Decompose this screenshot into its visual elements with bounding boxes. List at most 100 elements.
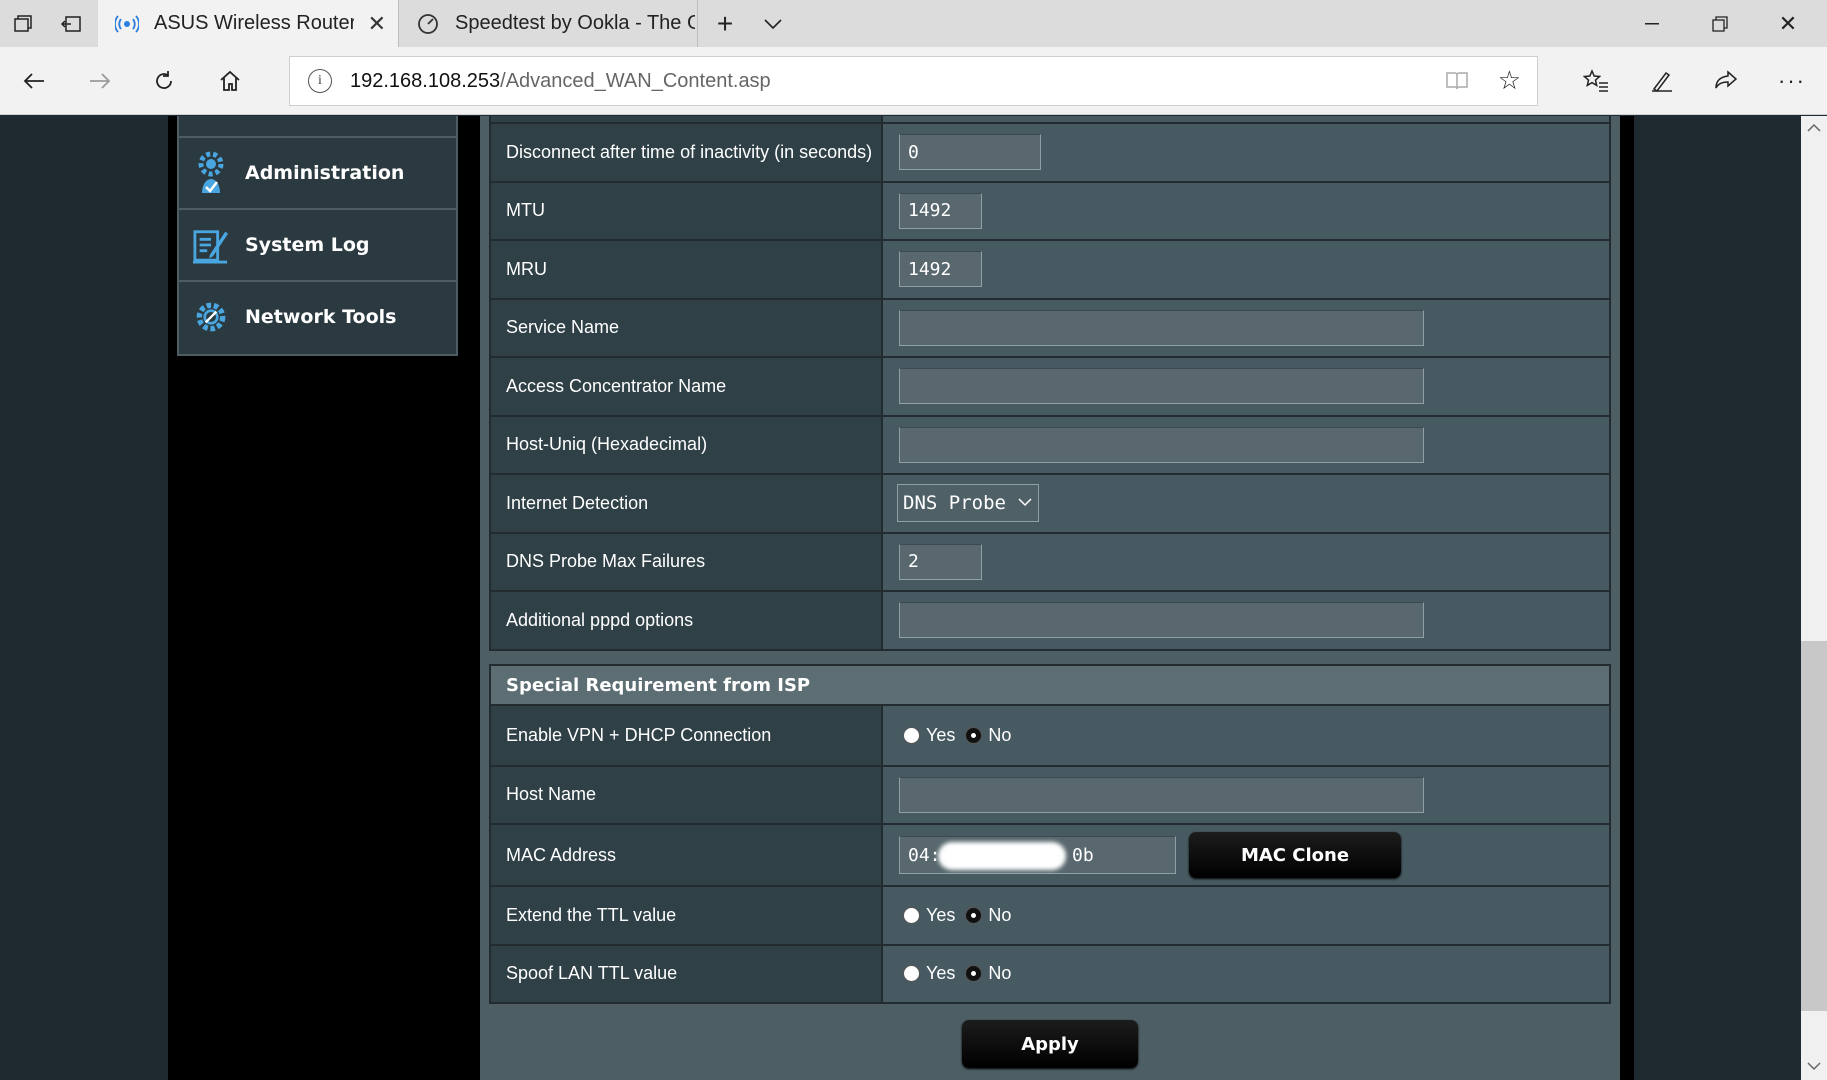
pppoe-settings-table: Disconnect after time of inactivity (in … (489, 116, 1611, 651)
radio-label: No (988, 724, 1012, 745)
internet-detection-select[interactable]: DNS Probe (897, 484, 1039, 523)
log-edit-icon (193, 225, 229, 265)
radio-dot (903, 965, 920, 983)
vpn-dhcp-no-radio[interactable]: No (965, 725, 1011, 746)
host-name-input[interactable] (899, 776, 1424, 813)
forward-icon[interactable] (70, 47, 130, 115)
table-row: Service Name (491, 297, 1609, 356)
restore-icon[interactable] (1686, 0, 1754, 47)
web-note-pen-icon[interactable] (1632, 47, 1692, 115)
sidebar-item-administration[interactable]: Administration (179, 136, 456, 208)
radio-label: No (988, 904, 1012, 925)
tab-title: Speedtest by Ookla - The G (455, 12, 695, 34)
pppd-options-input[interactable] (899, 602, 1424, 639)
mru-input[interactable] (899, 251, 982, 288)
select-value: DNS Probe (903, 492, 1006, 515)
tab-list-chevron-icon[interactable] (748, 0, 798, 47)
apply-button[interactable]: Apply (962, 1020, 1138, 1068)
row-label: Internet Detection (491, 475, 883, 532)
router-page: Administration System Log Network Tools … (0, 116, 1801, 1080)
radio-label: Yes (926, 724, 956, 745)
redaction-mark (938, 842, 1066, 870)
page-scrollbar[interactable] (1801, 116, 1827, 1080)
sidebar-menu: Administration System Log Network Tools (177, 116, 458, 356)
table-row: MRU (491, 239, 1609, 298)
extend-ttl-yes-radio[interactable]: Yes (903, 905, 955, 926)
set-tabs-aside-icon[interactable] (48, 0, 94, 47)
row-label: Extend the TTL value (491, 887, 883, 944)
table-row: Extend the TTL value Yes No (491, 885, 1609, 944)
section-title: Special Requirement from ISP (491, 666, 1609, 706)
dns-probe-failures-input[interactable] (899, 543, 982, 580)
browser-address-bar: i 192.168.108.253/Advanced_WAN_Content.a… (0, 47, 1827, 115)
row-label: Access Concentrator Name (491, 358, 883, 415)
table-row: Host Name (491, 764, 1609, 823)
radio-dot (965, 726, 983, 744)
radio-dot (965, 906, 983, 924)
minimize-icon[interactable] (1618, 0, 1686, 47)
row-label: Additional pppd options (491, 592, 883, 649)
sidebar-item-label: Administration (245, 162, 405, 184)
service-name-input[interactable] (899, 309, 1424, 346)
refresh-icon[interactable] (134, 47, 194, 115)
radio-dot (903, 726, 920, 744)
spoof-ttl-yes-radio[interactable]: Yes (903, 963, 955, 984)
close-tab-icon[interactable]: ✕ (368, 0, 386, 47)
row-label: Host Name (491, 766, 883, 823)
mac-address-input[interactable]: 04: 0b (899, 836, 1176, 874)
mac-suffix: 0b (1072, 844, 1094, 866)
scroll-down-icon[interactable] (1806, 1058, 1822, 1074)
network-gear-icon (193, 297, 229, 337)
spoof-ttl-no-radio[interactable]: No (965, 963, 1011, 984)
table-row: Additional pppd options (491, 590, 1609, 649)
table-row: Host-Uniq (Hexadecimal) (491, 414, 1609, 473)
host-uniq-input[interactable] (899, 426, 1424, 463)
table-row (491, 116, 1609, 122)
mac-clone-button[interactable]: MAC Clone (1189, 832, 1401, 878)
url-field[interactable]: i 192.168.108.253/Advanced_WAN_Content.a… (289, 56, 1538, 106)
scrollbar-thumb[interactable] (1801, 641, 1827, 1011)
gear-person-icon (193, 151, 229, 193)
url-path: /Advanced_WAN_Content.asp (500, 69, 771, 92)
close-window-icon[interactable]: ✕ (1754, 0, 1822, 47)
new-tab-icon[interactable]: + (700, 0, 750, 47)
more-options-icon[interactable]: ··· (1762, 47, 1822, 115)
table-row: Enable VPN + DHCP Connection Yes No (491, 706, 1609, 765)
extend-ttl-no-radio[interactable]: No (965, 905, 1011, 926)
share-icon[interactable] (1696, 47, 1756, 115)
favorite-star-icon[interactable]: ☆ (1498, 65, 1521, 96)
scroll-up-icon[interactable] (1806, 120, 1822, 136)
tab-manager-icon[interactable] (0, 0, 46, 47)
site-info-icon[interactable]: i (308, 69, 332, 93)
url-host: 192.168.108.253 (350, 69, 501, 92)
browser-tab-bar: ASUS Wireless Router R ✕ Speedtest by Oo… (0, 0, 1827, 47)
table-row: Disconnect after time of inactivity (in … (491, 122, 1609, 181)
row-value (883, 116, 1609, 122)
table-row: DNS Probe Max Failures (491, 531, 1609, 590)
table-row: MAC Address 04: 0b MAC Clone (491, 823, 1609, 885)
table-row: Access Concentrator Name (491, 356, 1609, 415)
reading-view-icon[interactable] (1445, 69, 1469, 93)
row-label: DNS Probe Max Failures (491, 533, 883, 590)
sidebar-item-network-tools[interactable]: Network Tools (179, 280, 456, 352)
radio-label: No (988, 963, 1012, 984)
wireless-router-icon (114, 11, 140, 37)
tab-asus-router[interactable]: ASUS Wireless Router R ✕ (98, 0, 398, 47)
tab-speedtest[interactable]: Speedtest by Ookla - The G (398, 0, 698, 47)
row-label: Spoof LAN TTL value (491, 945, 883, 1002)
idle-timeout-input[interactable] (899, 134, 1041, 171)
radio-dot (965, 965, 983, 983)
mtu-input[interactable] (899, 192, 982, 229)
sidebar-item-system-log[interactable]: System Log (179, 208, 456, 280)
back-icon[interactable] (4, 47, 64, 115)
row-label: MTU (491, 182, 883, 239)
radio-label: Yes (926, 904, 956, 925)
speedometer-icon (415, 11, 441, 37)
favorites-hub-icon[interactable] (1566, 47, 1626, 115)
home-icon[interactable] (200, 47, 260, 115)
access-concentrator-input[interactable] (899, 368, 1424, 405)
sidebar-item-label: System Log (245, 234, 370, 256)
row-label: Host-Uniq (Hexadecimal) (491, 416, 883, 473)
vpn-dhcp-yes-radio[interactable]: Yes (903, 725, 955, 746)
row-label: MAC Address (491, 825, 883, 885)
